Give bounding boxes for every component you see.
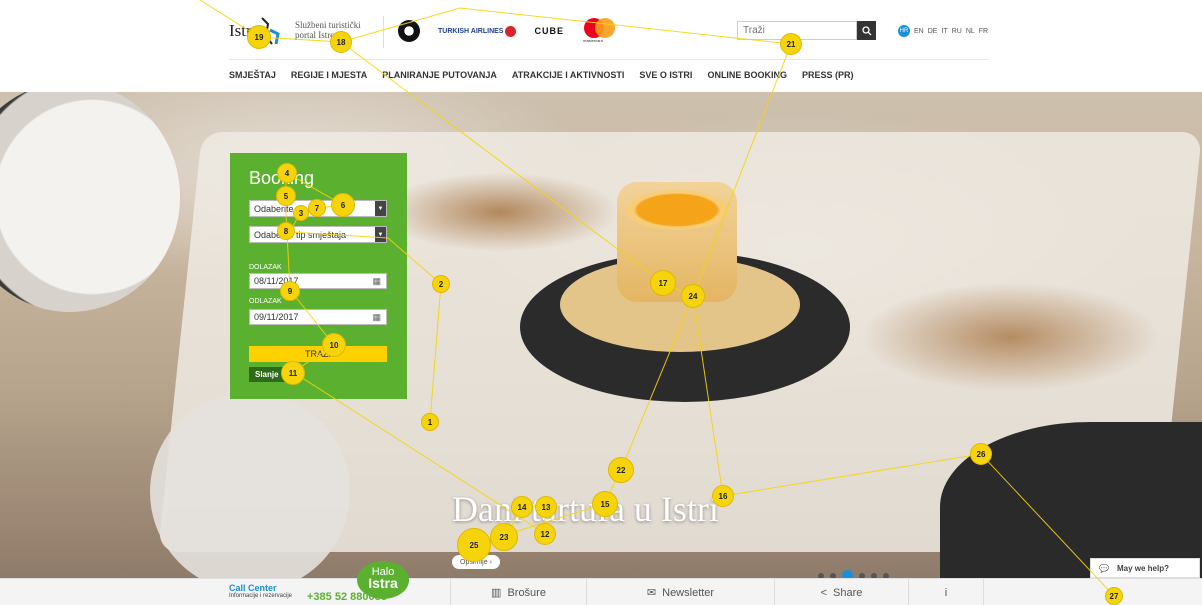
info-icon: i [944, 586, 948, 599]
departure-label: ODLAZAK [249, 298, 282, 305]
mastercard-logo-icon[interactable]: mastercard [582, 18, 616, 44]
mastercard-yellow-circle [594, 18, 615, 38]
chevron-down-icon: ▼ [375, 201, 386, 216]
brochures-button[interactable]: ▥ Brošure [450, 579, 586, 605]
turkish-airlines-text: TURKISH AIRLINES [438, 27, 504, 35]
call-center: Call Center Informacije i rezervacije +3… [229, 583, 387, 603]
mastercard-text: mastercard [582, 38, 603, 43]
slider-dot-active[interactable] [842, 570, 853, 578]
main-nav: SMJEŠTAJ REGIJE I MJESTA PLANIRANJE PUTO… [229, 70, 853, 80]
call-center-subtitle: Informacije i rezervacije [229, 593, 293, 599]
hero-truffle-left [380, 172, 620, 252]
hero-more-button[interactable]: Opširnije › [452, 555, 500, 569]
calendar-icon: ▦ [372, 312, 381, 322]
mail-icon: ✉ [646, 587, 657, 599]
nav-item-atrakcije[interactable]: ATRAKCIJE I AKTIVNOSTI [512, 70, 625, 80]
newsletter-button[interactable]: ✉ Newsletter [586, 579, 774, 605]
site-logo[interactable]: Istr [229, 14, 282, 48]
newsletter-label: Newsletter [662, 586, 715, 599]
lang-it[interactable]: IT [941, 28, 947, 35]
nav-item-sve-o-istri[interactable]: SVE O ISTRI [639, 70, 692, 80]
chat-bubble-icon: 💬 [1099, 563, 1109, 573]
hero-yolk [626, 190, 728, 230]
nav-item-smjestaj[interactable]: SMJEŠTAJ [229, 70, 276, 80]
page: Istr Službeni turistički portal Istre TU… [0, 0, 1202, 605]
partner-logos: TURKISH AIRLINES CUBE mastercard [398, 18, 616, 44]
lang-fr[interactable]: FR [979, 28, 988, 35]
lang-nl[interactable]: NL [966, 28, 975, 35]
search-icon [861, 25, 871, 35]
chat-help-label: May we help? [1116, 563, 1169, 573]
departure-date-field[interactable]: 09/11/2017 ▦ [249, 309, 387, 325]
search-button[interactable] [857, 21, 876, 40]
call-center-title: Call Center [229, 583, 277, 593]
book-icon: ▥ [491, 587, 502, 599]
chevron-down-icon: ▼ [375, 227, 386, 242]
calendar-icon: ▦ [372, 276, 381, 286]
share-label: Share [833, 586, 863, 599]
lang-hr[interactable]: HR [898, 25, 910, 37]
booking-search-button[interactable]: TRAŽI [249, 346, 387, 362]
accommodation-select-value: Odaberite tip smještaja [254, 229, 347, 240]
site-header: Istr Službeni turistički portal Istre TU… [0, 0, 1202, 92]
search-box [737, 21, 876, 40]
arrival-date-field[interactable]: 08/11/2017 ▦ [249, 273, 387, 289]
slider-dots [818, 570, 889, 578]
turkish-airlines-logo[interactable]: TURKISH AIRLINES [438, 25, 517, 37]
chat-help-button[interactable]: 💬 May we help? [1090, 558, 1200, 578]
header-divider [383, 16, 384, 48]
goat-logo-icon [260, 17, 280, 45]
arrival-date-value: 08/11/2017 [254, 276, 299, 286]
istra-text: Istra [368, 575, 398, 591]
info-button[interactable]: i [908, 579, 984, 605]
destination-select-value: Odaberite [254, 203, 294, 214]
share-button[interactable]: < Share [774, 579, 908, 605]
lang-en[interactable]: EN [914, 28, 924, 35]
logo-subtitle: Službeni turistički portal Istre [295, 20, 361, 40]
brochures-label: Brošure [507, 586, 546, 599]
arrival-label: DOLAZAK [249, 264, 282, 271]
bottom-bar: Call Center Informacije i rezervacije +3… [0, 578, 1202, 605]
bmw-logo-icon[interactable] [398, 20, 420, 42]
nav-item-regije[interactable]: REGIJE I MJESTA [291, 70, 367, 80]
nav-item-planiranje[interactable]: PLANIRANJE PUTOVANJA [382, 70, 497, 80]
destination-select[interactable]: Odaberite ▼ [249, 200, 387, 217]
accommodation-type-select[interactable]: Odaberite tip smještaja ▼ [249, 226, 387, 243]
lang-de[interactable]: DE [928, 28, 938, 35]
departure-date-value: 09/11/2017 [254, 312, 299, 322]
halo-istra-badge[interactable]: Halo Istra [357, 561, 409, 599]
booking-send-button[interactable]: Slanje [249, 367, 285, 382]
hero-glove [150, 392, 350, 578]
logo-text: Istr [229, 21, 252, 40]
share-icon: < [820, 586, 828, 599]
hero-slider[interactable]: Dani tartufa u Istri Opširnije › [0, 92, 1202, 578]
cube-logo[interactable]: CUBE [534, 26, 564, 36]
lang-ru[interactable]: RU [952, 28, 962, 35]
hero-title: Dani tartufa u Istri [452, 489, 719, 529]
hero-truffle-right [860, 282, 1160, 392]
header-line [229, 59, 989, 60]
nav-item-press[interactable]: PRESS (PR) [802, 70, 854, 80]
nav-item-online-booking[interactable]: ONLINE BOOKING [707, 70, 787, 80]
booking-widget: Booking Odaberite ▼ Odaberite tip smješt… [230, 153, 407, 399]
search-input[interactable] [737, 21, 857, 40]
language-switcher: HR EN DE IT RU NL FR [898, 25, 988, 37]
turkish-airlines-icon [505, 25, 517, 37]
booking-title: Booking [249, 168, 315, 188]
